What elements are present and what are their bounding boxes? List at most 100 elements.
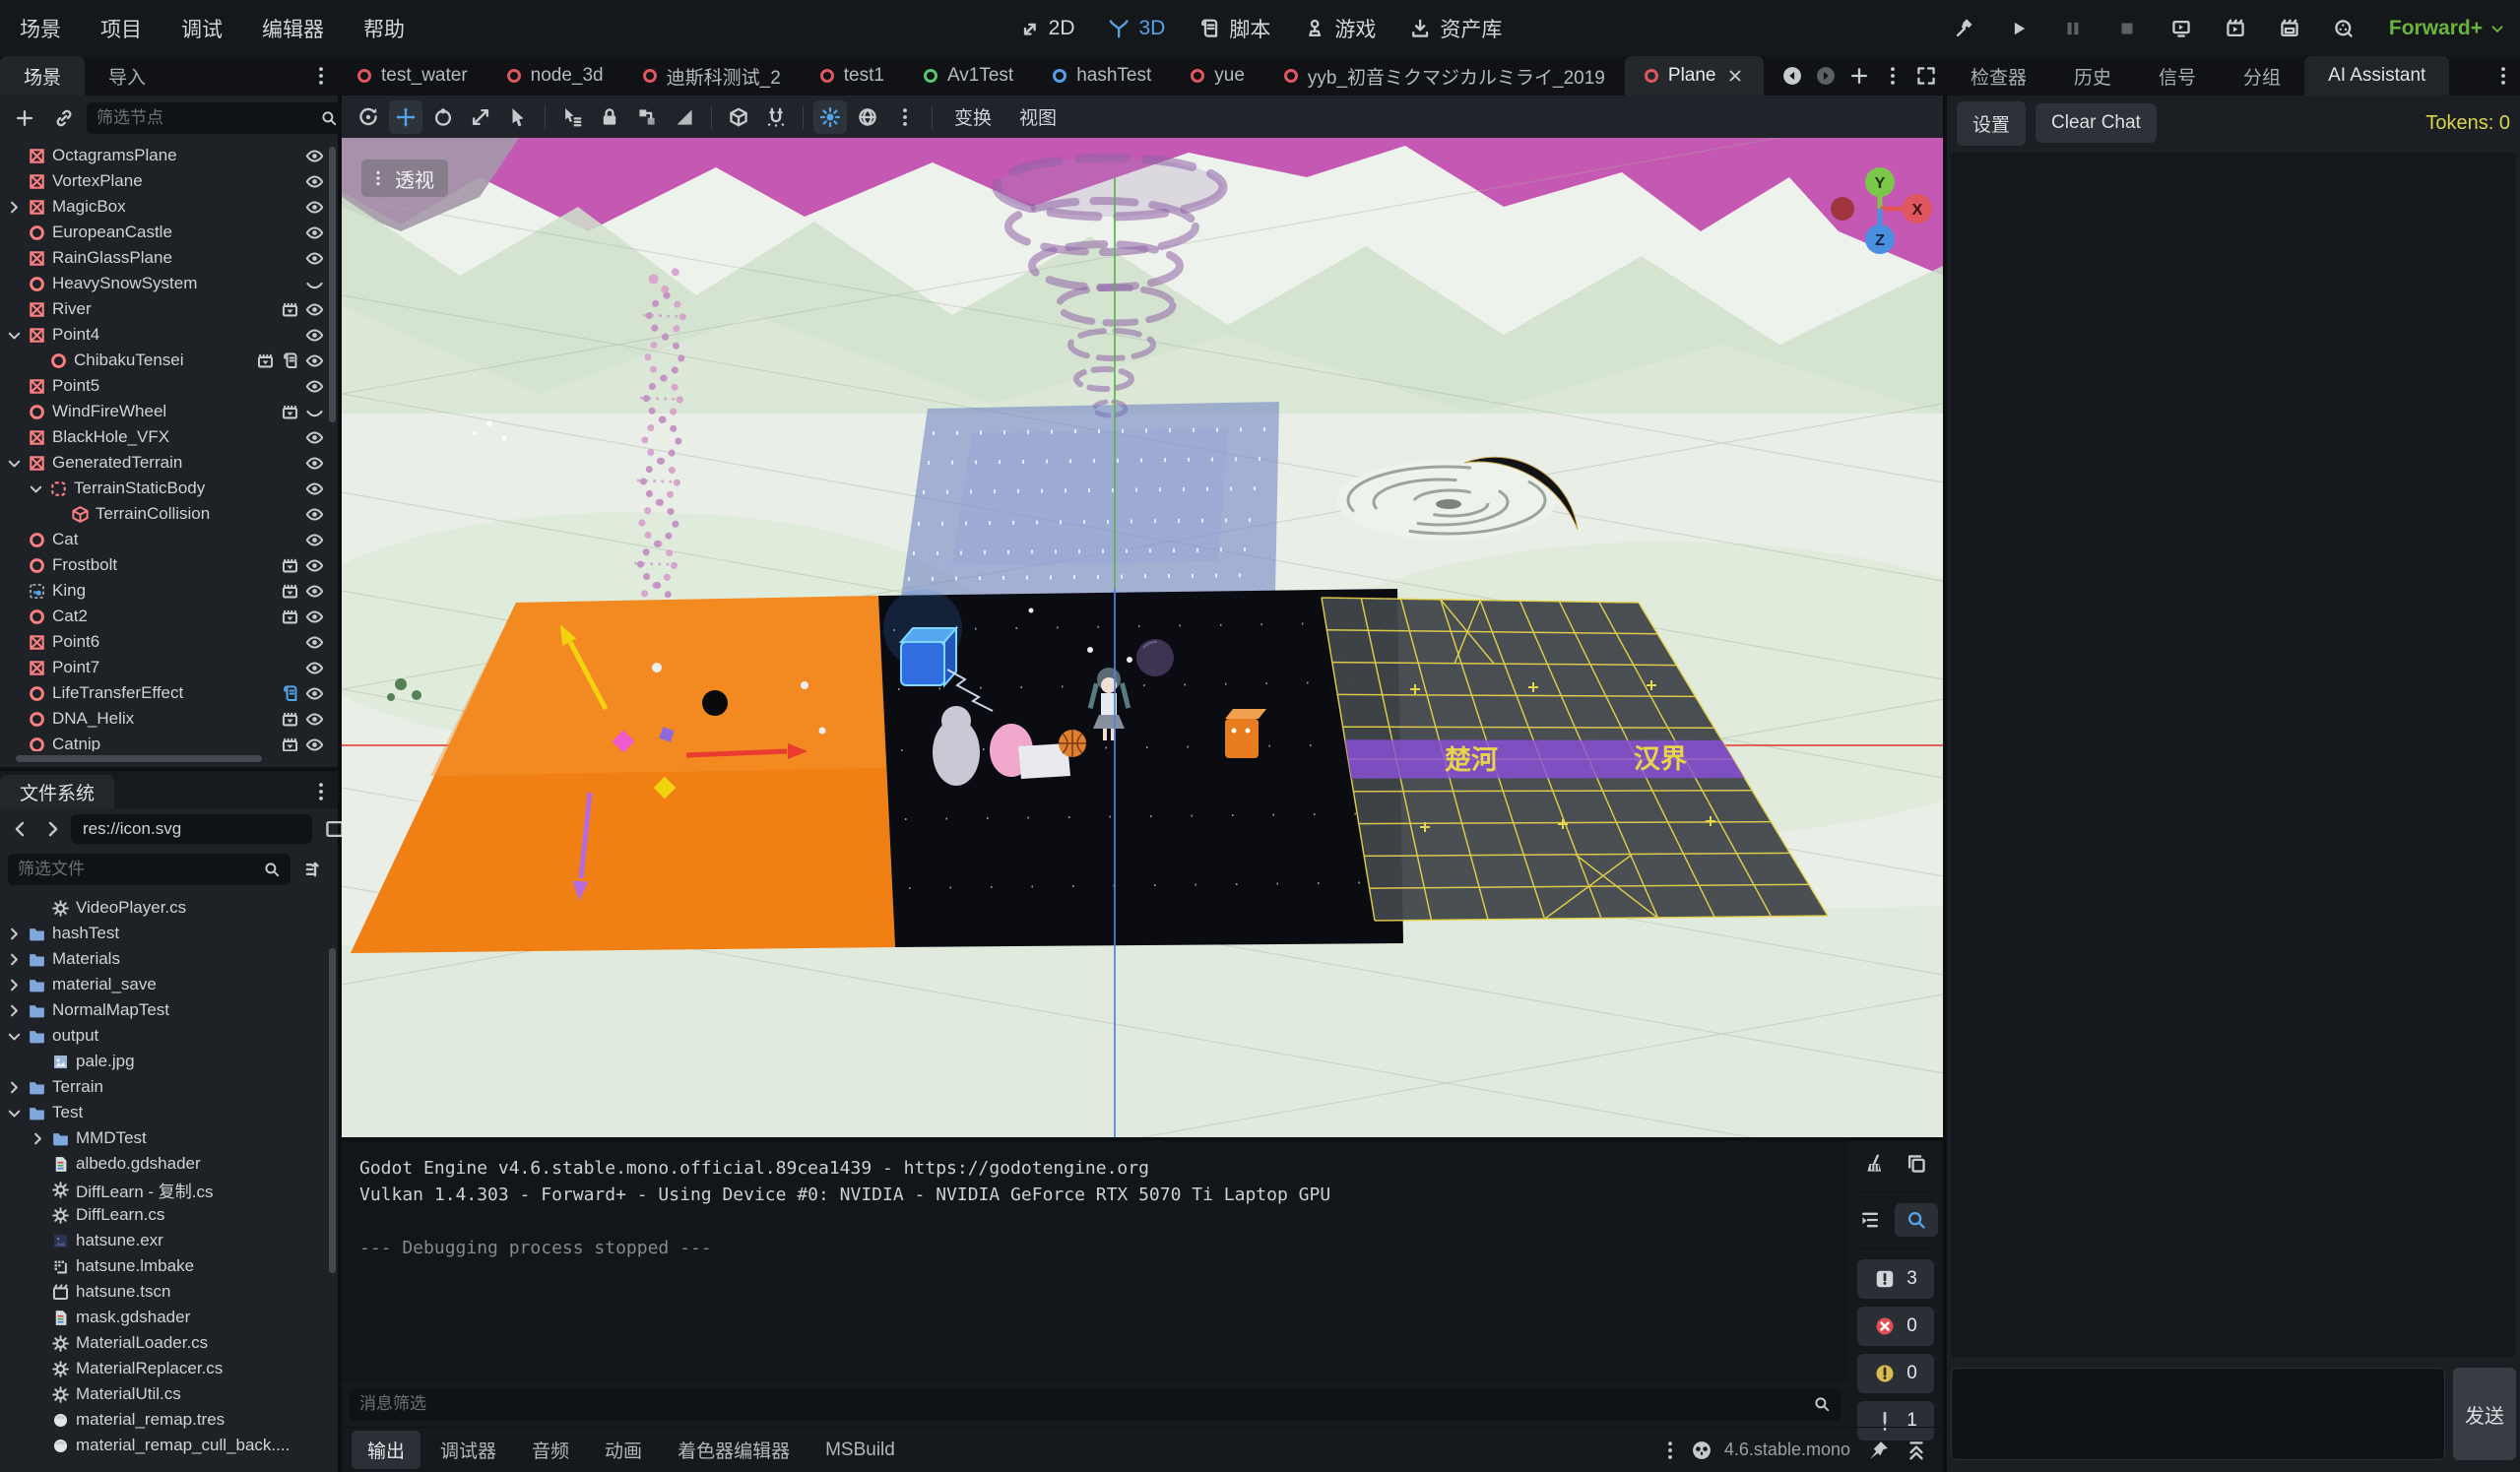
prev-scene-tab-button[interactable] <box>1776 59 1809 93</box>
bottom-tab-MSBuild[interactable]: MSBuild <box>809 1434 911 1467</box>
fs-item-pale.jpg[interactable]: pale.jpg <box>0 1049 328 1074</box>
expand-arrow[interactable] <box>6 950 22 969</box>
filesystem-tab[interactable]: 文件系统 <box>0 775 114 808</box>
collapse-duplicates-button[interactable] <box>1853 1203 1887 1237</box>
visibility-toggle[interactable] <box>305 582 324 601</box>
tree-node-Point6[interactable]: Point6 <box>0 629 328 655</box>
dock-tab-ai-assistant[interactable]: AI Assistant <box>2304 56 2449 96</box>
menu-4[interactable]: 编辑器 <box>242 0 344 56</box>
tree-node-River[interactable]: River <box>0 296 328 322</box>
visibility-toggle[interactable] <box>305 556 324 575</box>
scene-tab-yyb_初音ミクマジカルミライ_2019[interactable]: yyb_初音ミクマジカルミライ_2019 <box>1264 56 1625 96</box>
fs-item-MaterialReplacer.cs[interactable]: MaterialReplacer.cs <box>0 1356 328 1381</box>
fs-vscrollbar[interactable] <box>329 948 336 1273</box>
script-blue-button[interactable] <box>281 684 299 703</box>
workspace-tab-游戏[interactable]: 游戏 <box>1304 14 1376 43</box>
menu-5[interactable]: 帮助 <box>344 0 424 56</box>
tree-node-MagicBox[interactable]: MagicBox <box>0 194 328 220</box>
scene-tab-list-button[interactable] <box>1876 59 1909 93</box>
tree-node-Cat2[interactable]: Cat2 <box>0 604 328 629</box>
scene-tab-Plane[interactable]: Plane <box>1625 56 1764 96</box>
dock-tab-导入[interactable]: 导入 <box>85 56 169 96</box>
renderer-selector[interactable]: Forward+ <box>2389 17 2506 40</box>
bottom-tab-音频[interactable]: 音频 <box>516 1431 585 1469</box>
tree-node-Point5[interactable]: Point5 <box>0 373 328 399</box>
view-menu[interactable]: 视图 <box>1007 103 1068 130</box>
fs-item-Materials[interactable]: Materials <box>0 946 328 972</box>
visibility-toggle[interactable] <box>305 736 324 752</box>
visibility-toggle[interactable] <box>305 480 324 498</box>
fs-item-NormalMapTest[interactable]: NormalMapTest <box>0 997 328 1023</box>
dock-tab-信号[interactable]: 信号 <box>2135 56 2220 96</box>
scene-tab-node_3d[interactable]: node_3d <box>487 56 623 96</box>
ai-settings-button[interactable]: 设置 <box>1957 101 2026 146</box>
tree-node-Point7[interactable]: Point7 <box>0 655 328 680</box>
pause-button[interactable] <box>2056 12 2090 45</box>
visibility-toggle[interactable] <box>305 249 324 268</box>
tree-node-LifeTransferEffect[interactable]: LifeTransferEffect <box>0 680 328 706</box>
workspace-tab-3d[interactable]: 3D <box>1109 17 1166 40</box>
lock-tool-button[interactable] <box>593 100 626 134</box>
select-mode-tool-button[interactable] <box>501 100 535 134</box>
visibility-toggle[interactable] <box>305 531 324 549</box>
build-button[interactable] <box>1948 12 1981 45</box>
pin-bottom-panel-button[interactable] <box>1862 1434 1896 1467</box>
copy-output-button[interactable] <box>1900 1147 1933 1181</box>
movie-btn-button[interactable] <box>281 300 299 319</box>
visibility-toggle[interactable] <box>305 224 324 242</box>
clear-chat-button[interactable]: Clear Chat <box>2035 103 2157 143</box>
fs-item-DiffLearn.cs[interactable]: DiffLearn.cs <box>0 1202 328 1228</box>
tree-node-TerrainCollision[interactable]: TerrainCollision <box>0 501 328 527</box>
play-button[interactable] <box>2002 12 2035 45</box>
movie-btn-button[interactable] <box>256 352 275 370</box>
visibility-toggle[interactable] <box>305 633 324 652</box>
movie-btn-button[interactable] <box>281 582 299 601</box>
visibility-toggle[interactable] <box>305 710 324 729</box>
workspace-tab-资产库[interactable]: 资产库 <box>1409 14 1502 43</box>
scene-tab-test1[interactable]: test1 <box>801 56 904 96</box>
visibility-toggle[interactable] <box>305 428 324 447</box>
visibility-toggle[interactable] <box>305 172 324 191</box>
fs-item-material_remap.tres[interactable]: material_remap.tres <box>0 1407 328 1433</box>
scene-tab-test_water[interactable]: test_water <box>338 56 487 96</box>
movie-btn-button[interactable] <box>281 608 299 626</box>
fs-item-Test[interactable]: Test <box>0 1100 328 1125</box>
distraction-free-button[interactable] <box>1909 59 1943 93</box>
tree-node-TerrainStaticBody[interactable]: TerrainStaticBody <box>0 476 328 501</box>
message-filter-input[interactable] <box>359 1394 1813 1414</box>
fs-item-VideoPlayer.cs[interactable]: VideoPlayer.cs <box>0 895 328 921</box>
menu-1[interactable]: 场景 <box>0 0 81 56</box>
menu-3[interactable]: 调试 <box>162 0 242 56</box>
fs-item-output[interactable]: output <box>0 1023 328 1049</box>
snap-tool-button[interactable] <box>759 100 793 134</box>
movie-btn-button[interactable] <box>281 736 299 752</box>
output-log[interactable]: Godot Engine v4.6.stable.mono.official.8… <box>342 1141 1848 1382</box>
fs-item-DiffLearn - 复制.cs[interactable]: DiffLearn - 复制.cs <box>0 1177 328 1202</box>
fs-item-hatsune.tscn[interactable]: hatsune.tscn <box>0 1279 328 1305</box>
tree-node-Cat[interactable]: Cat <box>0 527 328 552</box>
scene-tab-hashTest[interactable]: hashTest <box>1033 56 1171 96</box>
scene-tree-vscrollbar[interactable] <box>329 147 336 422</box>
fs-forward-button[interactable] <box>39 812 65 846</box>
tree-node-WindFireWheel[interactable]: WindFireWheel <box>0 399 328 424</box>
scene-tab-yue[interactable]: yue <box>1171 56 1264 96</box>
visibility-toggle[interactable] <box>305 608 324 626</box>
fs-item-albedo.gdshader[interactable]: albedo.gdshader <box>0 1151 328 1177</box>
scene-tab-Av1Test[interactable]: Av1Test <box>904 56 1033 96</box>
instance-scene-button[interactable] <box>47 101 81 135</box>
version-label[interactable]: 4.6.stable.mono <box>1724 1440 1850 1460</box>
play-scene-button[interactable] <box>2219 12 2252 45</box>
filesystem-menu-button[interactable] <box>304 775 338 808</box>
send-button[interactable]: 发送 <box>2453 1368 2516 1460</box>
visibility-toggle[interactable] <box>305 505 324 524</box>
tree-node-King[interactable]: King <box>0 578 328 604</box>
dock-tab-场景[interactable]: 场景 <box>0 56 85 96</box>
visibility-toggle[interactable] <box>305 659 324 677</box>
visibility-toggle[interactable] <box>305 275 324 293</box>
workspace-tab-2d[interactable]: 2D <box>1018 17 1075 40</box>
fs-item-material_save[interactable]: material_save <box>0 972 328 997</box>
transform-mode-tool-button[interactable] <box>352 100 385 134</box>
visibility-toggle[interactable] <box>305 147 324 165</box>
visibility-toggle[interactable] <box>305 403 324 421</box>
expand-arrow[interactable] <box>6 1001 22 1020</box>
